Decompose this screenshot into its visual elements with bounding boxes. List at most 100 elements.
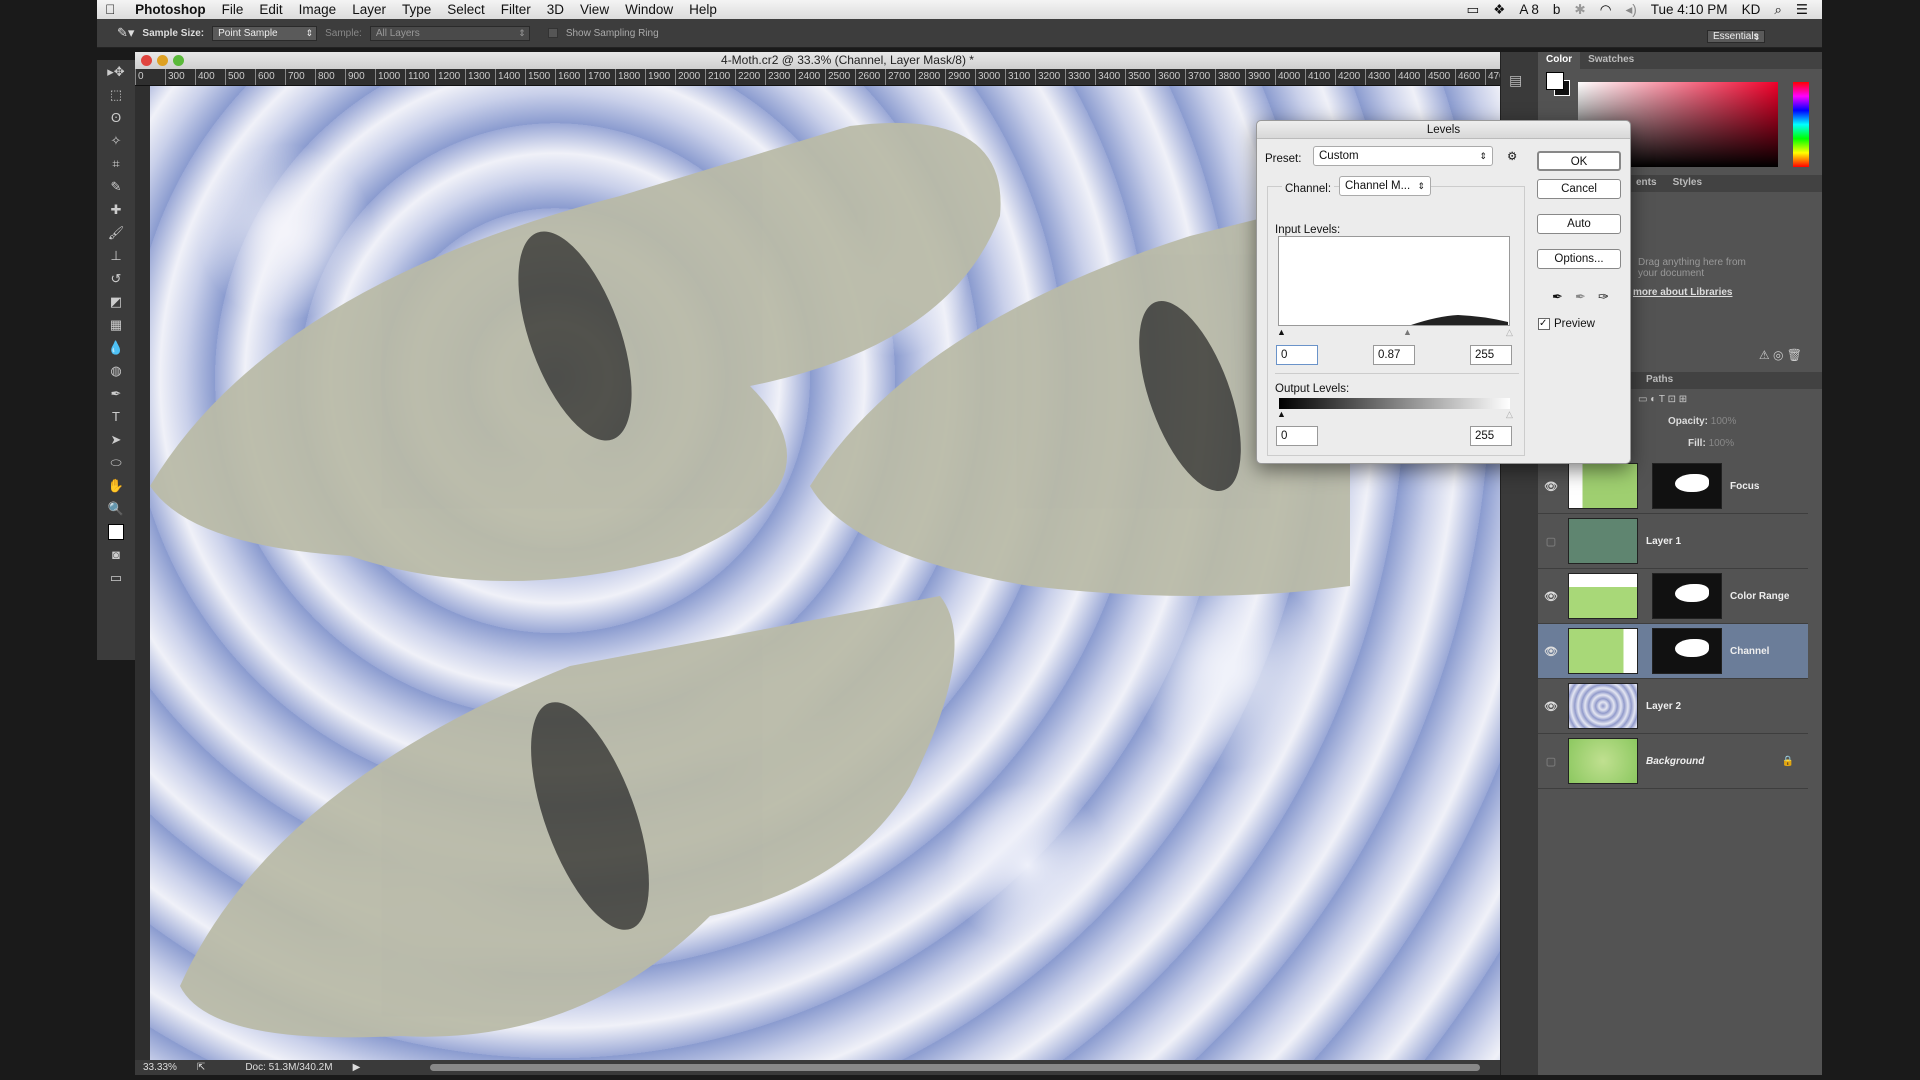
panel-tab-color[interactable]: Color — [1538, 52, 1581, 69]
apple-icon[interactable]:  — [97, 2, 123, 17]
panel-tab-styles[interactable]: Styles — [1665, 175, 1710, 192]
input-white-field[interactable]: 255 — [1470, 345, 1512, 365]
history-icon[interactable]: ▤ — [1509, 72, 1530, 89]
eraser-tool-icon[interactable]: ◩ — [97, 290, 135, 313]
preset-select[interactable]: Custom — [1313, 146, 1493, 166]
quick-mask-icon[interactable]: ◙ — [97, 543, 135, 566]
screen-mode-icon[interactable]: ▭ — [97, 566, 135, 589]
hand-tool-icon[interactable]: ✋ — [97, 474, 135, 497]
libraries-learn-more-link[interactable]: more about Libraries — [1633, 287, 1732, 298]
black-eyedropper-icon[interactable]: ✒ — [1552, 289, 1563, 305]
horizontal-scrollbar[interactable] — [430, 1064, 1481, 1071]
zoom-button[interactable] — [173, 55, 184, 66]
b-icon[interactable]: b — [1553, 2, 1561, 17]
path-select-tool-icon[interactable]: ➤ — [97, 428, 135, 451]
menu-window[interactable]: Window — [617, 2, 681, 17]
vertical-ruler[interactable] — [135, 86, 150, 1060]
output-black-field[interactable]: 0 — [1276, 426, 1318, 446]
layer-row[interactable]: ▢ Layer 1 — [1538, 514, 1808, 569]
input-gamma-slider[interactable]: ▲ — [1403, 327, 1412, 337]
layer-row[interactable]: ▢ Background 🔒 — [1538, 734, 1808, 789]
layer-row[interactable]: 👁 Layer 2 — [1538, 679, 1808, 734]
hue-slider[interactable] — [1793, 82, 1809, 167]
marquee-tool-icon[interactable]: ⬚ — [97, 83, 135, 106]
input-black-slider[interactable]: ▲ — [1277, 327, 1286, 337]
stamp-tool-icon[interactable]: ⊥ — [97, 244, 135, 267]
menu-help[interactable]: Help — [681, 2, 725, 17]
dropbox-icon[interactable]: ❖ — [1493, 2, 1505, 18]
layer-row[interactable]: 👁 Channel — [1538, 624, 1808, 679]
menu-3d[interactable]: 3D — [539, 2, 572, 17]
eye-icon[interactable]: 👁 — [1538, 480, 1564, 493]
menu-type[interactable]: Type — [394, 2, 439, 17]
crop-tool-icon[interactable]: ⌗ — [97, 152, 135, 175]
menu-photoshop[interactable]: Photoshop — [123, 2, 214, 17]
camera-icon[interactable]: ▭ — [1466, 2, 1479, 18]
brush-tool-icon[interactable]: 🖌 — [97, 221, 135, 244]
eye-icon[interactable]: 👁 — [1538, 645, 1564, 658]
visibility-toggle[interactable]: ▢ — [1538, 755, 1564, 768]
ok-button[interactable]: OK — [1537, 151, 1621, 171]
layer-mask-thumbnail[interactable] — [1652, 463, 1722, 509]
zoom-tool-icon[interactable]: 🔍 — [97, 497, 135, 520]
minimize-button[interactable] — [157, 55, 168, 66]
layer-row[interactable]: 👁 Focus — [1538, 459, 1808, 514]
move-tool-icon[interactable]: ▸✥ — [97, 60, 135, 83]
workspace-select[interactable]: Essentials — [1707, 30, 1765, 43]
notifications-icon[interactable]: ☰ — [1796, 2, 1808, 18]
shape-tool-icon[interactable]: ⬭ — [97, 451, 135, 474]
sample-select[interactable]: All Layers — [369, 25, 530, 41]
preview-checkbox[interactable]: ✓ — [1538, 318, 1550, 330]
magic-wand-tool-icon[interactable]: ✧ — [97, 129, 135, 152]
options-button[interactable]: Options... — [1537, 249, 1621, 269]
pen-tool-icon[interactable]: ✒ — [97, 382, 135, 405]
layer-row[interactable]: 👁 Color Range — [1538, 569, 1808, 624]
wifi-icon[interactable]: ◠ — [1600, 2, 1612, 18]
lock-icon[interactable]: 🔒 — [1782, 756, 1794, 767]
history-brush-tool-icon[interactable]: ↺ — [97, 267, 135, 290]
healing-tool-icon[interactable]: ✚ — [97, 198, 135, 221]
eyedropper-tool-icon[interactable]: ✎▾ — [117, 25, 134, 41]
user-menu[interactable]: KD — [1742, 2, 1761, 17]
close-button[interactable] — [141, 55, 152, 66]
menu-select[interactable]: Select — [439, 2, 493, 17]
blur-tool-icon[interactable]: 💧 — [97, 336, 135, 359]
clock[interactable]: Tue 4:10 PM — [1651, 2, 1728, 17]
output-white-slider[interactable]: △ — [1506, 409, 1513, 420]
menu-filter[interactable]: Filter — [493, 2, 539, 17]
eye-icon[interactable]: 👁 — [1538, 590, 1564, 603]
layer-mask-thumbnail[interactable] — [1652, 573, 1722, 619]
dodge-tool-icon[interactable]: ◍ — [97, 359, 135, 382]
layer-mask-thumbnail[interactable] — [1652, 628, 1722, 674]
preset-gear-icon[interactable]: ⚙ — [1507, 149, 1517, 163]
adobe-icon[interactable]: A 8 — [1519, 2, 1539, 17]
input-white-slider[interactable]: △ — [1506, 327, 1513, 338]
gray-eyedropper-icon[interactable]: ✒ — [1575, 289, 1586, 305]
visibility-toggle[interactable]: ▢ — [1538, 535, 1564, 548]
zoom-level[interactable]: 33.33% — [143, 1062, 177, 1073]
status-menu-arrow-icon[interactable]: ▶ — [353, 1062, 361, 1073]
cancel-button[interactable]: Cancel — [1537, 179, 1621, 199]
fg-bg-swatches[interactable] — [1546, 72, 1570, 96]
output-black-slider[interactable]: ▲ — [1277, 409, 1286, 419]
eye-icon[interactable]: 👁 — [1538, 700, 1564, 713]
input-gamma-field[interactable]: 0.87 — [1373, 345, 1415, 365]
gradient-tool-icon[interactable]: ▦ — [97, 313, 135, 336]
volume-icon[interactable]: ◂) — [1625, 2, 1636, 18]
menu-image[interactable]: Image — [291, 2, 345, 17]
type-tool-icon[interactable]: T — [97, 405, 135, 428]
panel-tab-swatches[interactable]: Swatches — [1580, 52, 1642, 69]
white-eyedropper-icon[interactable]: ✑ — [1598, 289, 1609, 305]
horizontal-ruler[interactable]: 0 300 400 500 600 700 800 900 1000 1100 1200 1300 14… — [135, 69, 1500, 86]
libraries-footer-icons[interactable]: ⚠ ◎ 🗑 — [1759, 348, 1802, 362]
menu-file[interactable]: File — [214, 2, 252, 17]
menu-view[interactable]: View — [572, 2, 617, 17]
panel-tab-paths[interactable]: Paths — [1638, 372, 1681, 389]
output-white-field[interactable]: 255 — [1470, 426, 1512, 446]
lasso-tool-icon[interactable]: ʘ — [97, 106, 135, 129]
auto-button[interactable]: Auto — [1537, 214, 1621, 234]
channel-select[interactable]: Channel M... — [1339, 176, 1431, 196]
menu-edit[interactable]: Edit — [251, 2, 290, 17]
sample-size-select[interactable]: Point Sample — [212, 25, 318, 41]
foreground-background-color-icon[interactable] — [97, 520, 135, 543]
